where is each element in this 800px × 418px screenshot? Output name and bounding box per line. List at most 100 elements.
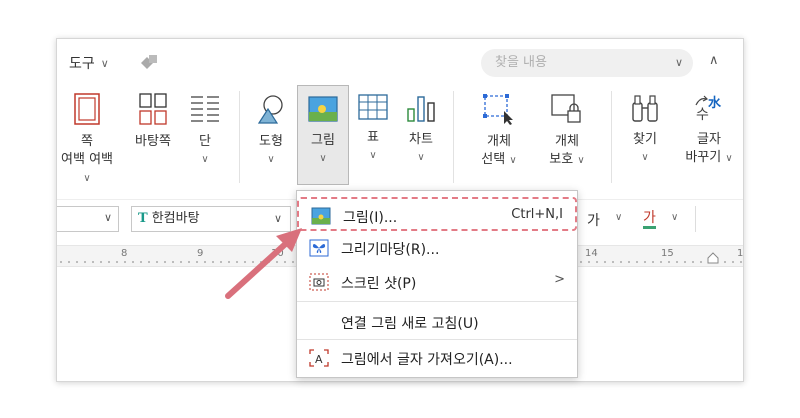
chevron-down-icon: ∨ [201, 154, 209, 165]
picture-dropdown-menu: 그림(I)... Ctrl+N,I 그리기마당(R)... 스크린 샷(P) >… [296, 190, 578, 378]
replace-icon: 수 水 [695, 95, 722, 123]
find-label: 찾기 [633, 132, 657, 147]
picture-button[interactable]: 그림 ∨ [297, 85, 349, 185]
picture-icon [308, 96, 338, 122]
object-select-label-1: 개체 [487, 134, 511, 149]
font-color-button[interactable]: 가 [643, 210, 656, 229]
chevron-down-icon: ∨ [319, 153, 327, 164]
tool-menu[interactable]: 도구 ∨ [69, 53, 109, 73]
background-page-button[interactable]: 바탕쪽 [127, 85, 179, 185]
replace-button[interactable]: 수 水 글자 바꾸기 ∨ [679, 85, 739, 185]
columns-button[interactable]: 단 ∨ [179, 85, 231, 185]
chevron-down-icon: ∨ [103, 211, 112, 224]
page-margin-label-1: 쪽 [81, 134, 93, 149]
indent-marker-icon[interactable] [707, 252, 719, 264]
ribbon-separator [611, 91, 612, 183]
shape-button[interactable]: 도형 ∨ [245, 85, 297, 185]
search-placeholder: 찾을 내용 [495, 55, 547, 70]
top-bar: 도구 ∨ 찾을 내용 ∨ ∧ [57, 39, 743, 85]
ruler-mark: 8 [121, 248, 128, 259]
chevron-down-icon[interactable]: ∨ [671, 212, 678, 223]
menu-item-label: 그림에서 글자 가져오기(A)... [341, 352, 513, 368]
chevron-down-icon: ∨ [725, 153, 733, 164]
char-style-button[interactable]: 가 [587, 210, 600, 230]
object-protect-label-1: 개체 [555, 134, 579, 149]
find-button[interactable]: 찾기 ∨ [619, 85, 671, 185]
background-page-label: 바탕쪽 [135, 134, 171, 149]
table-icon [358, 94, 388, 120]
search-input[interactable]: 찾을 내용 ∨ [481, 49, 693, 77]
columns-icon [191, 96, 219, 122]
chevron-down-icon: ∨ [273, 212, 282, 225]
object-protect-label-2: 보호 [549, 152, 574, 167]
menu-item-shortcut: Ctrl+N,I [511, 207, 563, 222]
chevron-down-icon: ∨ [509, 155, 517, 166]
page-margin-label-2: 여백 여백 ∨ [61, 152, 113, 184]
svg-text:A: A [315, 353, 323, 366]
object-select-button[interactable]: 개체 선택 ∨ [473, 85, 525, 185]
object-select-label-2: 선택 [481, 152, 506, 167]
screenshot-stage: 도구 ∨ 찾을 내용 ∨ ∧ 쪽 여백 여백 ∨ 바탕쪽 단 ∨ 도형 ∨ 그림… [0, 0, 800, 418]
chevron-down-icon: ∨ [641, 152, 649, 163]
collapse-ribbon-button[interactable]: ∧ [709, 53, 719, 68]
ruler-mark: 9 [197, 248, 204, 259]
tool-menu-label: 도구 [69, 56, 95, 72]
ribbon: 쪽 여백 여백 ∨ 바탕쪽 단 ∨ 도형 ∨ 그림 ∨ 표 ∨ 차트 ∨ 개체 … [57, 85, 743, 191]
chevron-down-icon: ∨ [417, 152, 425, 163]
ruler-mark: 14 [585, 248, 598, 259]
menu-item-extract-text[interactable]: A 그림에서 글자 가져오기(A)... [297, 341, 577, 375]
replace-label-2: 바꾸기 [685, 150, 722, 165]
menu-item-picture[interactable]: 그림(I)... Ctrl+N,I [297, 197, 577, 231]
page-margin-icon [74, 93, 100, 125]
chart-icon [407, 96, 435, 122]
menu-item-label: 스크린 샷(P) [341, 276, 417, 292]
background-page-icon [139, 93, 167, 125]
chart-button[interactable]: 차트 ∨ [395, 85, 447, 185]
ruler-mark: 10 [271, 248, 284, 259]
chevron-down-icon: ∨ [267, 154, 275, 165]
svg-text:水: 水 [708, 95, 722, 111]
replace-label-1: 글자 [697, 132, 721, 147]
font-name: 한컴바탕 [151, 211, 200, 226]
camera-icon [309, 273, 329, 291]
picture-label: 그림 [311, 133, 335, 148]
menu-item-screenshot[interactable]: 스크린 샷(P) > [297, 265, 577, 299]
object-protect-button[interactable]: 개체 보호 ∨ [541, 85, 593, 185]
ribbon-separator [453, 91, 454, 183]
lock-icon [551, 94, 581, 123]
ribbon-separator [239, 91, 240, 183]
picture-icon [311, 207, 331, 225]
chevron-down-icon: ∨ [83, 173, 91, 184]
object-select-icon [483, 94, 513, 125]
table-label: 표 [367, 130, 379, 145]
menu-item-label: 연결 그림 새로 고침(U) [341, 316, 479, 332]
font-type-icon: T [138, 211, 148, 226]
chevron-down-icon[interactable]: ∨ [615, 212, 622, 223]
shape-label: 도형 [259, 134, 283, 149]
chevron-down-icon: ∨ [100, 56, 109, 70]
menu-item-label: 그림(I)... [343, 210, 398, 226]
page-margin-button[interactable]: 쪽 여백 여백 ∨ [61, 85, 113, 185]
menu-separator [297, 301, 577, 302]
menu-item-refresh-linked[interactable]: 연결 그림 새로 고침(U) [297, 305, 577, 339]
butterfly-icon [309, 239, 329, 257]
chevron-down-icon: ∨ [369, 150, 377, 161]
chevron-down-icon[interactable]: ∨ [675, 49, 683, 77]
menu-item-label: 그리기마당(R)... [341, 242, 440, 258]
ruler-mark: 15 [661, 248, 674, 259]
pin-icon[interactable] [137, 53, 159, 71]
menu-separator [297, 339, 577, 340]
chevron-down-icon: ∨ [577, 155, 585, 166]
ruler-mark: 1 [737, 248, 744, 259]
style-dropdown[interactable]: ∨ [57, 206, 119, 232]
columns-label: 단 [199, 134, 211, 149]
menu-item-drawing-gallery[interactable]: 그리기마당(R)... [297, 231, 577, 265]
binoculars-icon [632, 95, 658, 122]
toolbar-separator [695, 206, 696, 232]
chart-label: 차트 [409, 132, 433, 147]
font-dropdown[interactable]: T 한컴바탕 ∨ [131, 206, 291, 232]
table-button[interactable]: 표 ∨ [347, 85, 399, 185]
text-extract-icon: A [309, 349, 329, 367]
shape-icon [257, 95, 283, 124]
chevron-right-icon: > [554, 272, 565, 287]
